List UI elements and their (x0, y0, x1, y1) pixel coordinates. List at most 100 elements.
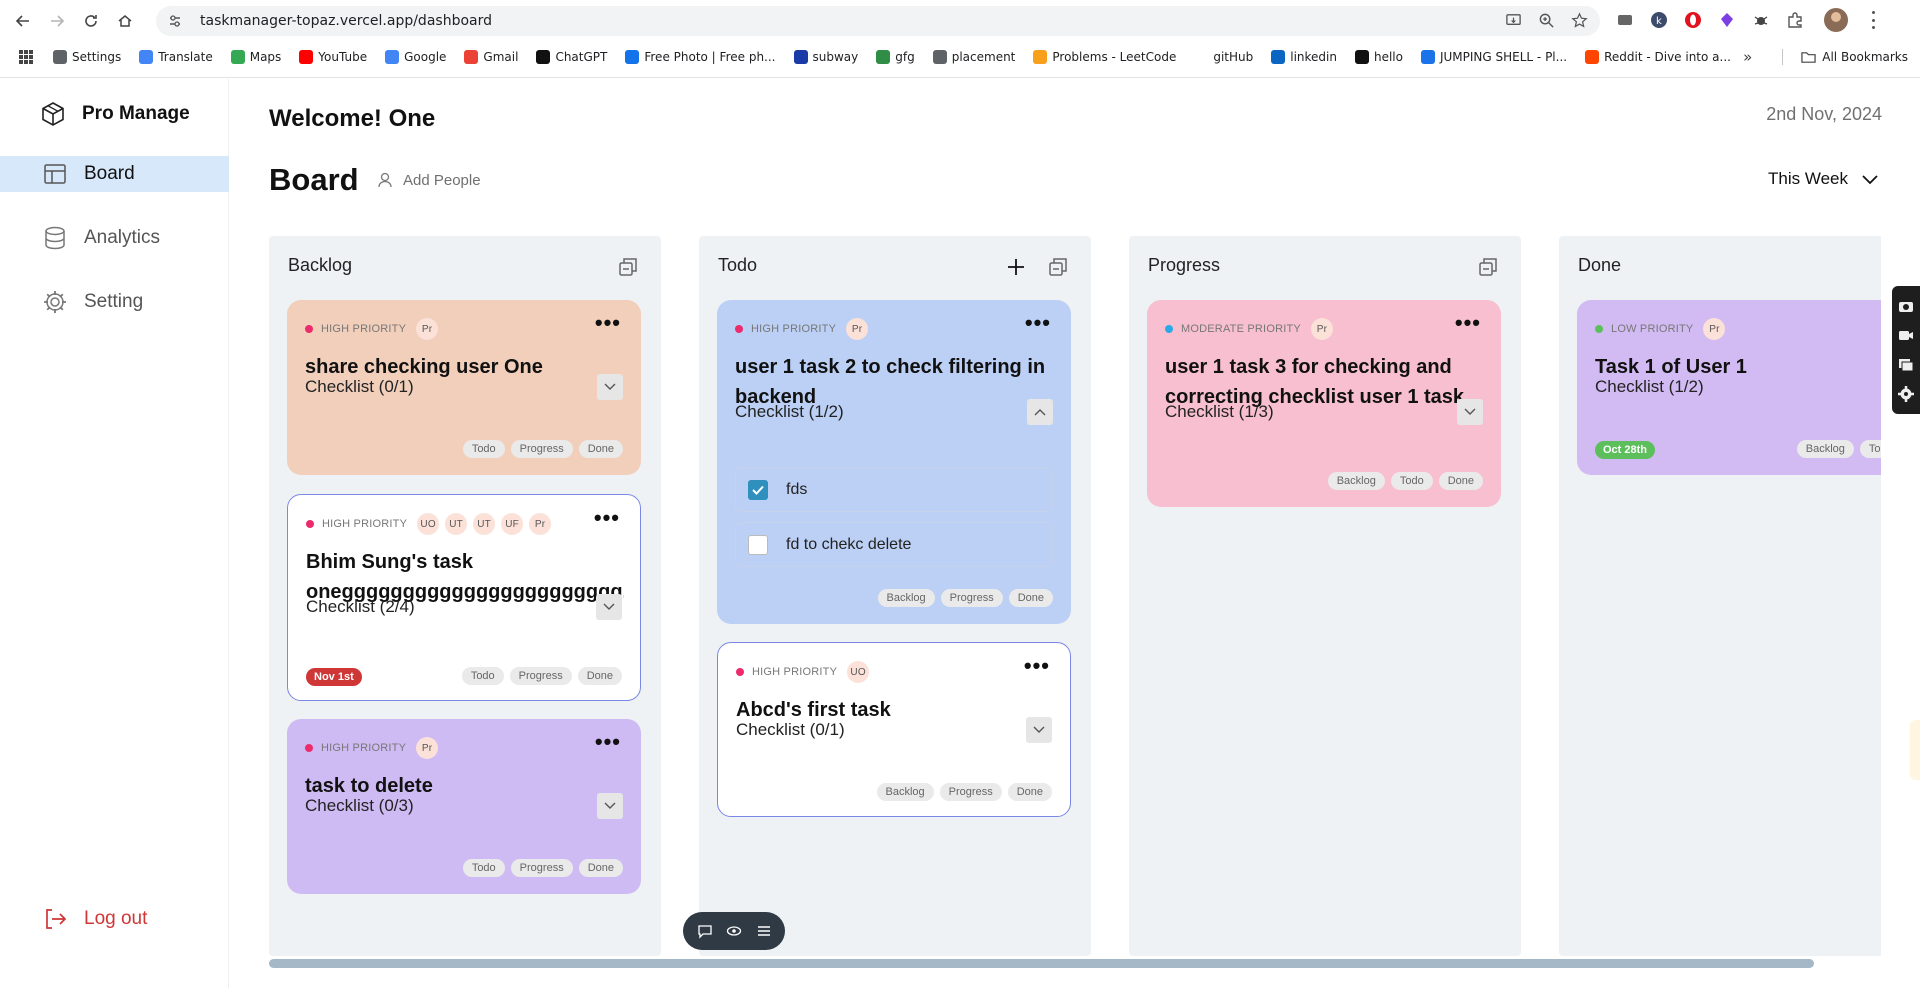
task-card[interactable]: HIGH PRIORITY Pr ••• share checking user On… (287, 300, 641, 475)
avatar[interactable]: Pr (1310, 318, 1333, 340)
all-bookmarks-link[interactable]: All Bookmarks (1801, 50, 1908, 65)
puzzle-extensions-icon[interactable] (1784, 9, 1806, 31)
bookmark-item[interactable]: gitHub (1194, 50, 1253, 64)
star-icon[interactable] (1571, 12, 1588, 29)
move-to-backlog-button[interactable]: Backlog (1327, 472, 1385, 490)
bookmark-item[interactable]: Reddit - Dive into a... (1585, 50, 1731, 64)
bookmark-item[interactable]: Settings (53, 50, 121, 64)
add-task-icon[interactable] (1005, 256, 1027, 278)
avatar[interactable]: UO (417, 513, 440, 535)
site-info-icon[interactable] (168, 14, 182, 28)
move-to-backlog-button[interactable]: Backlog (876, 783, 934, 801)
bug-extension-icon[interactable] (1750, 9, 1772, 31)
move-to-done-button[interactable]: Done (578, 859, 623, 877)
address-bar[interactable]: taskmanager-topaz.vercel.app/dashboard (156, 6, 1600, 36)
bookmark-item[interactable]: ChatGPT (536, 50, 607, 64)
avatar[interactable]: Pr (529, 513, 552, 535)
move-to-progress-button[interactable]: Progress (940, 589, 1003, 607)
avatar[interactable]: UT (473, 513, 496, 535)
add-people-button[interactable]: Add People (377, 171, 481, 189)
reload-icon[interactable] (76, 6, 106, 36)
task-card[interactable]: HIGH PRIORITY Pr ••• user 1 task 2 to check… (717, 300, 1071, 624)
cast-extension-icon[interactable] (1614, 9, 1636, 31)
bookmark-item[interactable]: Free Photo | Free ph... (625, 50, 776, 64)
browser-menu-icon[interactable] (1870, 11, 1876, 29)
task-card[interactable]: LOW PRIORITYPr•••Task 1 of User 1Checkli… (1577, 300, 1881, 475)
move-to-done-button[interactable]: Done (577, 667, 622, 685)
avatar[interactable]: UO (847, 661, 870, 683)
profile-avatar[interactable] (1824, 8, 1848, 32)
move-to-todo-button[interactable]: Todo (1390, 472, 1433, 490)
logout-button[interactable]: Log out (42, 906, 147, 932)
collapse-all-icon[interactable] (1047, 256, 1069, 278)
forward-icon[interactable] (42, 6, 72, 36)
brand[interactable]: Pro Manage (40, 101, 190, 127)
camera-icon[interactable] (1897, 297, 1915, 315)
side-peek-tab[interactable] (1910, 720, 1920, 780)
avatar[interactable]: UF (501, 513, 524, 535)
opera-extension-icon[interactable] (1682, 9, 1704, 31)
move-to-progress-button[interactable]: Progress (939, 783, 1002, 801)
more-options-icon[interactable]: ••• (1025, 312, 1051, 334)
collapse-checklist-button[interactable] (1027, 399, 1053, 425)
move-to-progress-button[interactable]: Progress (510, 440, 573, 458)
date-filter-dropdown[interactable]: This Week (1768, 169, 1880, 189)
bookmark-item[interactable]: subway (793, 50, 858, 64)
bookmark-item[interactable]: placement (932, 50, 1015, 64)
avatar[interactable]: Pr (1703, 318, 1726, 340)
expand-checklist-button[interactable] (1457, 399, 1483, 425)
video-icon[interactable] (1897, 326, 1915, 344)
checklist-item[interactable]: fds (735, 467, 1053, 512)
task-card[interactable]: HIGH PRIORITY Pr ••• task to delete Checklis… (287, 719, 641, 894)
move-to-progress-button[interactable]: Progress (509, 667, 572, 685)
bookmark-item[interactable]: Gmail (464, 50, 518, 64)
gem-extension-icon[interactable] (1716, 9, 1738, 31)
move-to-todo-button[interactable]: Todo (461, 667, 504, 685)
eye-icon[interactable] (726, 923, 742, 939)
move-to-todo-button[interactable]: Todo (462, 859, 505, 877)
comment-icon[interactable] (697, 923, 713, 939)
bookmark-item[interactable]: JUMPING SHELL - Pl... (1420, 50, 1567, 64)
more-options-icon[interactable]: ••• (594, 507, 620, 529)
zoom-icon[interactable] (1538, 12, 1555, 29)
avatar[interactable]: Pr (846, 318, 869, 340)
expand-checklist-button[interactable] (1026, 717, 1052, 743)
bookmark-item[interactable]: Problems - LeetCode (1033, 50, 1176, 64)
checkbox-checked[interactable] (748, 479, 768, 500)
settings-gear-icon[interactable] (1897, 385, 1915, 403)
move-to-done-button[interactable]: Done (1007, 783, 1052, 801)
apps-grid-icon[interactable] (19, 50, 33, 64)
bookmark-item[interactable]: YouTube (299, 50, 367, 64)
task-card[interactable]: HIGH PRIORITY UO ••• Abcd's first task Check… (717, 642, 1071, 817)
more-options-icon[interactable]: ••• (595, 312, 621, 334)
task-card[interactable]: MODERATE PRIORITY Pr ••• user 1 task 3 for … (1147, 300, 1501, 507)
move-to-done-button[interactable]: Done (578, 440, 623, 458)
task-card[interactable]: HIGH PRIORITY UO UT UT UF Pr ••• Bhim Sung's ta… (287, 494, 641, 701)
menu-lines-icon[interactable] (756, 923, 772, 939)
expand-checklist-button[interactable] (597, 793, 623, 819)
move-to-backlog-button[interactable]: Backlog (877, 589, 935, 607)
extension-k-icon[interactable]: k (1648, 9, 1670, 31)
move-to-backlog-button[interactable]: Backlog (1796, 440, 1854, 458)
collapse-all-icon[interactable] (1477, 256, 1499, 278)
horizontal-scrollbar[interactable] (269, 959, 1814, 968)
more-bookmarks-icon[interactable]: » (1743, 48, 1752, 66)
bookmark-item[interactable]: Maps (230, 50, 281, 64)
move-to-progress-button[interactable]: Progress (510, 859, 573, 877)
sidebar-item-setting[interactable]: Setting (0, 284, 229, 320)
avatar[interactable]: Pr (416, 737, 439, 759)
checklist-item[interactable]: fd to chekc delete (735, 522, 1053, 567)
back-icon[interactable] (8, 6, 38, 36)
move-to-done-button[interactable]: Done (1438, 472, 1483, 490)
more-options-icon[interactable]: ••• (1455, 312, 1481, 334)
checkbox-unchecked[interactable] (748, 534, 768, 555)
move-to-done-button[interactable]: Done (1008, 589, 1053, 607)
avatar[interactable]: UT (445, 513, 468, 535)
expand-checklist-button[interactable] (596, 594, 622, 620)
windows-icon[interactable] (1897, 356, 1915, 374)
bookmark-item[interactable]: linkedin (1271, 50, 1337, 64)
move-to-todo-button[interactable]: Todo (1859, 440, 1881, 458)
move-to-todo-button[interactable]: Todo (462, 440, 505, 458)
bookmark-item[interactable]: Google (385, 50, 446, 64)
more-options-icon[interactable]: ••• (1024, 655, 1050, 677)
